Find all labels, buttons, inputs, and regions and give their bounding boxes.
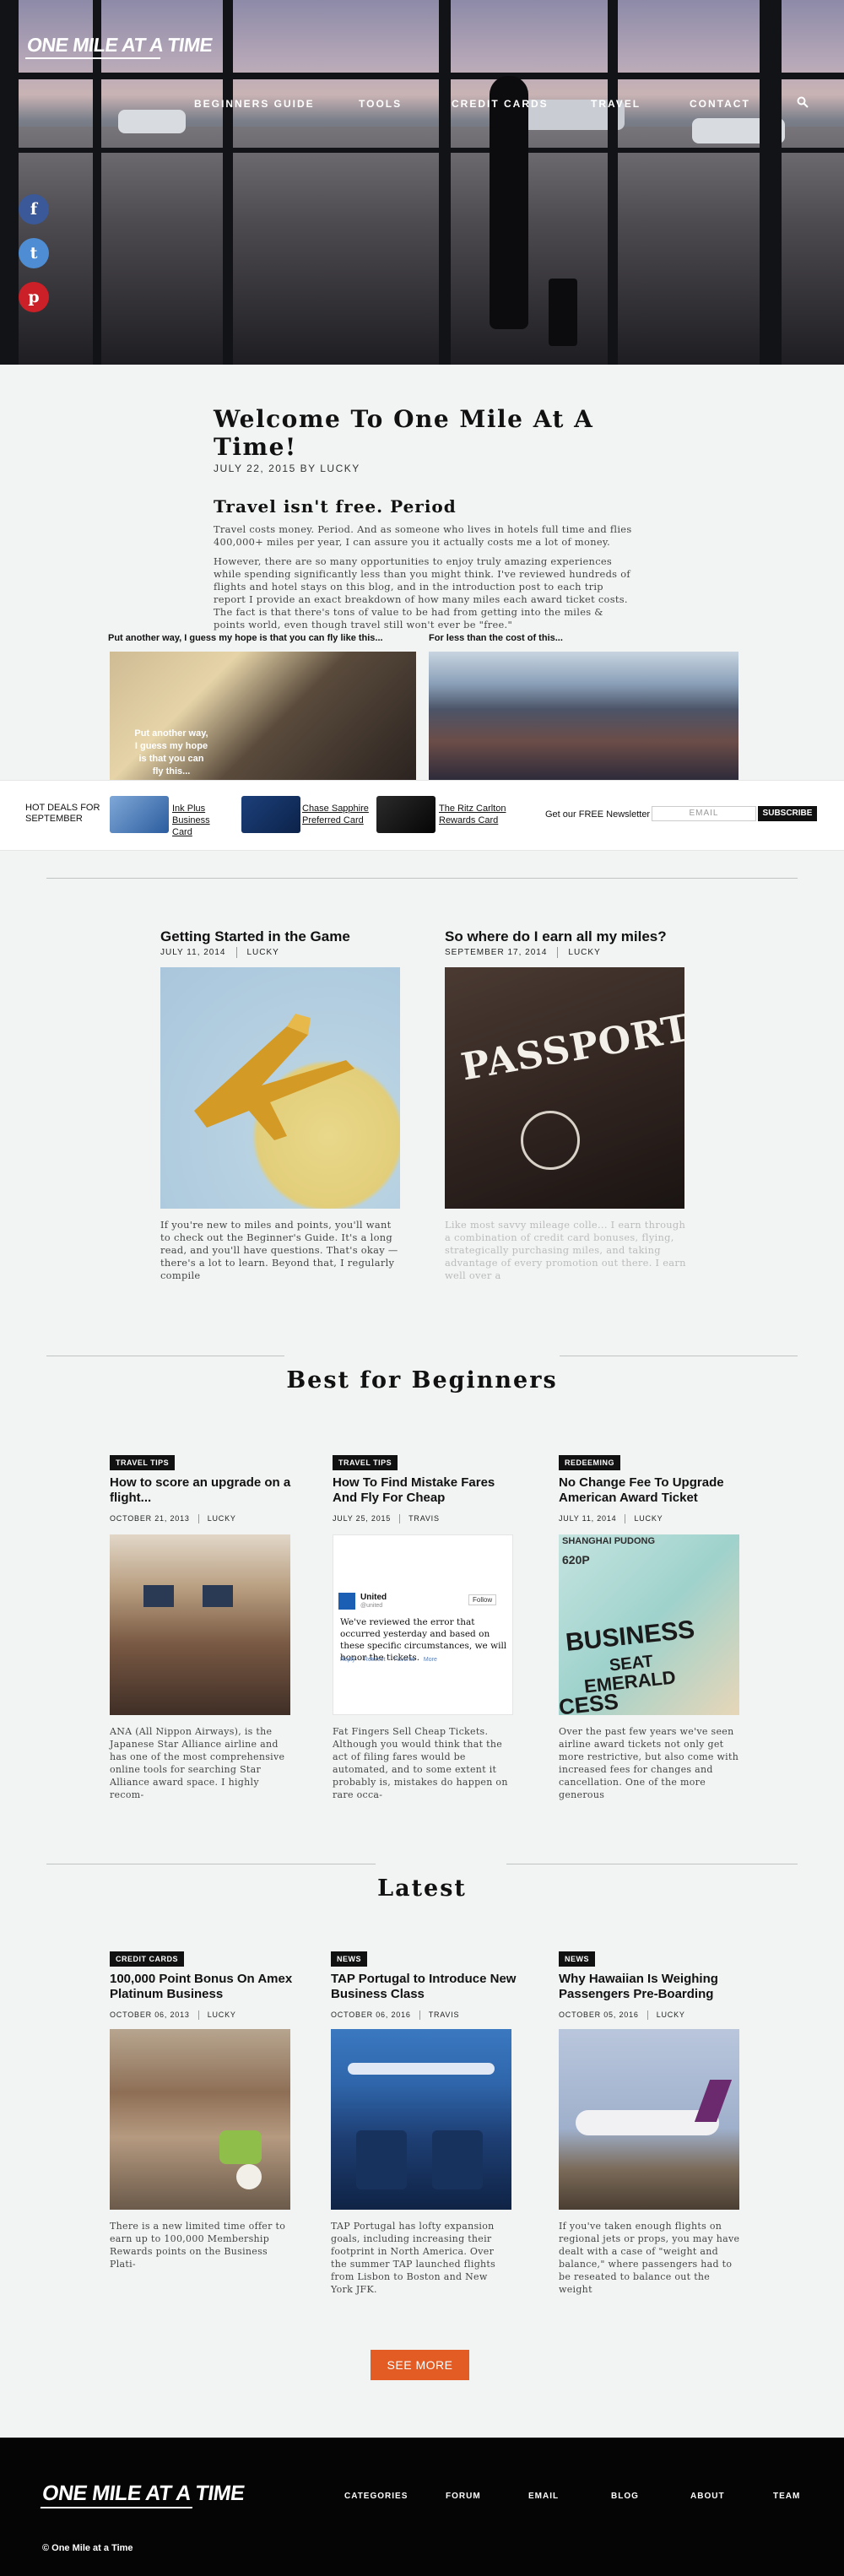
article-meta: OCTOBER 06, 2013 LUCKY	[110, 2010, 236, 2021]
passport-label: PASSPORT	[457, 1006, 684, 1090]
welcome-paragraph-1: Travel costs money. Period. And as someo…	[214, 523, 632, 548]
category-badge[interactable]: TRAVEL TIPS	[110, 1455, 176, 1470]
nav-beginners-guide[interactable]: BEGINNERS GUIDE	[194, 98, 315, 110]
category-badge[interactable]: NEWS	[559, 1951, 595, 1967]
tweet-follow-button: Follow	[468, 1594, 497, 1605]
article-title[interactable]: Why Hawaiian Is Weighing Passengers Pre-…	[559, 1972, 744, 2002]
tweet-actions: Reply Retweet Favorite More	[340, 1657, 437, 1663]
guide-title-earn-miles[interactable]: So where do I earn all my miles?	[445, 928, 667, 945]
welcome-title[interactable]: Welcome To One Mile At A Time!	[214, 405, 636, 461]
article-excerpt: If you've taken enough flights on region…	[559, 2221, 740, 2295]
article-meta: OCTOBER 05, 2016 LUCKY	[559, 2010, 685, 2021]
map-airplane-photo[interactable]	[160, 967, 400, 1209]
welcome-subtitle: Travel isn't free. Period	[214, 496, 457, 517]
footer-nav-blog[interactable]: BLOG	[611, 2492, 639, 2501]
boarding-pass-photo[interactable]: SHANGHAI PUDONG 620P BUSINESS SEAT EMERA…	[559, 1534, 739, 1715]
pinterest-share-icon[interactable]: p	[19, 282, 49, 312]
ritz-carlton-card-image[interactable]	[376, 796, 436, 833]
hot-deals-bar: HOT DEALS FOR SEPTEMBER Ink Plus Busines…	[0, 780, 844, 851]
article-meta: OCTOBER 21, 2013 LUCKY	[110, 1514, 236, 1524]
subscribe-button[interactable]: SUBSCRIBE	[758, 806, 817, 821]
tap-business-class-photo[interactable]	[331, 2029, 511, 2210]
ink-plus-card-link[interactable]: Ink Plus Business Card	[172, 803, 231, 838]
guide-title-getting-started[interactable]: Getting Started in the Game	[160, 928, 350, 945]
article-title[interactable]: 100,000 Point Bonus On Amex Platinum Bus…	[110, 1972, 295, 2002]
compare-right-caption: For less than the cost of this...	[429, 633, 563, 643]
article-meta: JULY 25, 2015 TRAVIS	[333, 1514, 440, 1524]
passport-photo[interactable]: PASSPORT	[445, 967, 684, 1209]
guide-meta: SEPTEMBER 17, 2014 LUCKY	[445, 947, 601, 958]
category-badge[interactable]: CREDIT CARDS	[110, 1951, 185, 1967]
facebook-share-icon[interactable]: f	[19, 194, 49, 225]
category-badge[interactable]: TRAVEL TIPS	[333, 1455, 398, 1470]
footer-nav-email[interactable]: EMAIL	[528, 2492, 559, 2501]
guide-excerpt-earn-miles: Like most savvy mileage colle... I earn …	[445, 1219, 686, 1281]
best-for-beginners-heading: Best for Beginners	[286, 1367, 558, 1394]
article-meta: OCTOBER 06, 2016 TRAVIS	[331, 2010, 460, 2021]
welcome-paragraph-2: However, there are so many opportunities…	[214, 555, 630, 630]
nav-travel[interactable]: TRAVEL	[591, 98, 641, 110]
footer-nav-categories[interactable]: CATEGORIES	[344, 2492, 408, 2501]
search-icon[interactable]	[797, 96, 809, 108]
article-title[interactable]: How to score an upgrade on a flight...	[110, 1475, 295, 1506]
chase-sapphire-card-image[interactable]	[241, 796, 300, 833]
site-logo[interactable]: ONE MILE AT A TIME	[24, 34, 214, 59]
ticket-text: SHANGHAI PUDONG	[562, 1536, 656, 1546]
footer-nav-team[interactable]: TEAM	[773, 2492, 800, 2501]
hawaiian-plane-photo[interactable]	[559, 2029, 739, 2210]
first-class-seat-photo: Put another way, I guess my hope is that…	[110, 652, 416, 780]
see-more-button[interactable]: SEE MORE	[371, 2350, 469, 2380]
nav-tools[interactable]: TOOLS	[359, 98, 402, 110]
tweet-author: United	[360, 1593, 387, 1602]
article-excerpt: Over the past few years we've seen airli…	[559, 1726, 739, 1800]
article-title[interactable]: How To Find Mistake Fares And Fly For Ch…	[333, 1475, 518, 1506]
article-excerpt: TAP Portugal has lofty expansion goals, …	[331, 2221, 496, 2295]
nav-contact[interactable]: CONTACT	[690, 98, 750, 110]
footer-nav-about[interactable]: ABOUT	[690, 2492, 725, 2501]
article-title[interactable]: No Change Fee To Upgrade American Award …	[559, 1475, 744, 1506]
hot-deals-label: HOT DEALS FOR SEPTEMBER	[25, 803, 100, 824]
ink-plus-card-image[interactable]	[110, 796, 169, 833]
ana-cabin-photo[interactable]	[110, 1534, 290, 1715]
copyright-text: © One Mile at a Time	[42, 2543, 133, 2553]
category-badge[interactable]: NEWS	[331, 1951, 367, 1967]
economy-cabin-photo	[429, 652, 738, 780]
tweet-handle: @united	[360, 1603, 383, 1609]
latest-heading: Latest	[377, 1875, 467, 1902]
footer-nav-forum[interactable]: FORUM	[446, 2492, 481, 2501]
divider	[46, 878, 798, 879]
photo-overlay-text: Put another way, I guess my hope is that…	[134, 728, 208, 777]
article-title[interactable]: TAP Portugal to Introduce New Business C…	[331, 1972, 517, 2002]
article-excerpt: There is a new limited time offer to ear…	[110, 2221, 286, 2270]
compare-left-caption: Put another way, I guess my hope is that…	[108, 633, 383, 643]
ticket-text: 620P	[562, 1553, 590, 1567]
footer-logo[interactable]: ONE MILE AT A TIME	[40, 2481, 246, 2508]
ticket-text: CESS	[559, 1688, 620, 1715]
welcome-post: Welcome To One Mile At A Time! JULY 22, …	[214, 405, 636, 631]
welcome-date: JULY 22, 2015 BY LUCKY	[214, 463, 360, 474]
newsletter-email-field[interactable]: EMAIL	[652, 806, 756, 821]
twitter-share-icon[interactable]: t	[19, 238, 49, 268]
newsletter-label: Get our FREE Newsletter	[545, 809, 651, 820]
united-tweet-screenshot[interactable]: United @united Follow We've reviewed the…	[333, 1534, 513, 1715]
ticket-text: BUSINESS	[564, 1615, 696, 1657]
article-excerpt: Fat Fingers Sell Cheap Tickets. Although…	[333, 1726, 508, 1800]
guide-meta: JULY 11, 2014 LUCKY	[160, 947, 279, 958]
article-meta: JULY 11, 2014 LUCKY	[559, 1514, 663, 1524]
footer: ONE MILE AT A TIME CATEGORIES FORUM EMAI…	[0, 2438, 844, 2576]
amex-lounge-photo[interactable]	[110, 2029, 290, 2210]
chase-sapphire-card-link[interactable]: Chase Sapphire Preferred Card	[302, 803, 378, 826]
category-badge[interactable]: REDEEMING	[559, 1455, 621, 1470]
article-excerpt: ANA (All Nippon Airways), is the Japanes…	[110, 1726, 285, 1800]
ritz-carlton-card-link[interactable]: The Ritz Carlton Rewards Card	[439, 803, 515, 826]
nav-credit-cards[interactable]: CREDIT CARDS	[452, 98, 549, 110]
guide-excerpt-getting-started: If you're new to miles and points, you'l…	[160, 1219, 398, 1281]
